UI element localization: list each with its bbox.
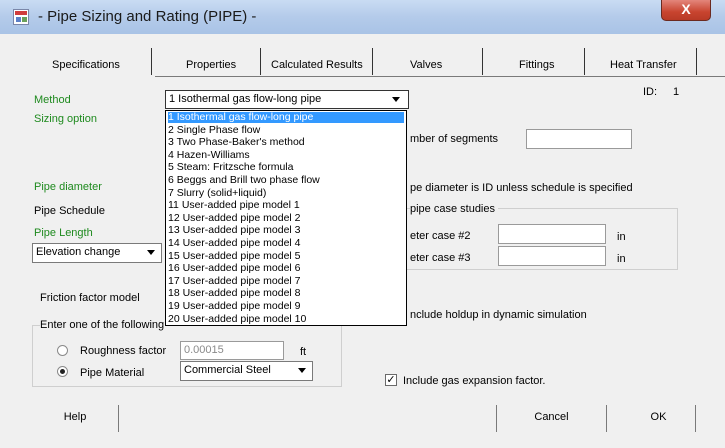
method-option[interactable]: 1 Isothermal gas flow-long pipe	[168, 112, 404, 123]
chevron-down-icon	[392, 97, 400, 102]
id-value: 1	[673, 86, 680, 98]
case2-unit: in	[617, 231, 626, 243]
case2-input[interactable]	[498, 224, 606, 244]
method-option[interactable]: 17 User-added pipe model 7	[168, 275, 404, 287]
tab-divider	[696, 48, 697, 75]
method-select[interactable]: 1 Isothermal gas flow-long pipe	[165, 90, 409, 109]
method-option[interactable]: 11 User-added pipe model 1	[168, 200, 404, 211]
method-label: Method	[34, 94, 71, 106]
tab-divider	[372, 48, 373, 75]
number-of-segments-input[interactable]	[526, 129, 632, 149]
tab-divider	[260, 48, 261, 75]
roughness-factor-value: 0.00015	[184, 344, 224, 356]
diameter-note: pe diameter is ID unless schedule is spe…	[410, 182, 633, 194]
gas-expansion-checkbox[interactable]: ✓	[385, 374, 397, 386]
case3-label: eter case #3	[410, 252, 471, 264]
method-option[interactable]: 7 Slurry (solid+liquid)	[168, 187, 404, 199]
method-option[interactable]: 4 Hazen-Williams	[168, 149, 404, 161]
pipe-length-label: Pipe Length	[34, 227, 93, 239]
roughness-factor-input[interactable]: 0.00015	[180, 341, 284, 360]
pipe-material-select[interactable]: Commercial Steel	[180, 361, 313, 381]
tab-divider	[482, 48, 483, 75]
tab-underline	[155, 76, 725, 77]
method-value: 1 Isothermal gas flow-long pipe	[169, 93, 322, 105]
window-title: - Pipe Sizing and Rating (PIPE) -	[38, 8, 257, 25]
pipe-diameter-label: Pipe diameter	[34, 181, 102, 193]
tab-heat-transfer[interactable]: Heat Transfer	[586, 46, 696, 76]
pipe-material-label: Pipe Material	[80, 367, 145, 379]
tab-properties[interactable]: Properties	[156, 46, 256, 76]
method-option[interactable]: 13 User-added pipe model 3	[168, 225, 404, 236]
roughness-factor-radio[interactable]	[57, 345, 68, 356]
tab-calculated-results[interactable]: Calculated Results	[262, 46, 372, 76]
sizing-option-label: Sizing option	[34, 113, 97, 125]
method-option[interactable]: 16 User-added pipe model 6	[168, 263, 404, 274]
chevron-down-icon	[298, 368, 306, 373]
method-option[interactable]: 20 User-added pipe model 10	[168, 313, 404, 325]
holdup-label: nclude holdup in dynamic simulation	[410, 309, 587, 321]
chevron-down-icon	[147, 250, 155, 255]
dialog-window: - Pipe Sizing and Rating (PIPE) - X Spec…	[0, 0, 725, 448]
roughness-group-label: Enter one of the following	[40, 319, 167, 331]
method-option[interactable]: 18 User-added pipe model 8	[168, 288, 404, 299]
tab-fittings[interactable]: Fittings	[484, 46, 584, 76]
case3-input[interactable]	[498, 246, 606, 266]
case3-unit: in	[617, 253, 626, 265]
id-label: ID:	[643, 86, 658, 98]
case2-label: eter case #2	[410, 230, 471, 242]
case-studies-label: pipe case studies	[410, 203, 498, 215]
tab-divider	[151, 48, 152, 75]
method-option[interactable]: 19 User-added pipe model 9	[168, 301, 404, 312]
help-button[interactable]: Help	[32, 405, 119, 432]
ok-button[interactable]: OK	[622, 405, 696, 432]
check-icon: ✓	[386, 374, 396, 386]
pipe-material-radio[interactable]	[57, 366, 68, 377]
method-option[interactable]: 2 Single Phase flow	[168, 124, 404, 136]
method-dropdown-list[interactable]: 1 Isothermal gas flow-long pipe 2 Single …	[165, 110, 407, 326]
method-option[interactable]: 6 Beggs and Brill two phase flow	[168, 175, 404, 186]
method-option[interactable]: 5 Steam: Fritzsche formula	[168, 162, 404, 173]
pipe-material-value: Commercial Steel	[184, 364, 271, 376]
gas-expansion-label: Include gas expansion factor.	[403, 375, 546, 387]
method-option[interactable]: 3 Two Phase-Baker's method	[168, 137, 404, 148]
roughness-factor-label: Roughness factor	[80, 345, 167, 357]
method-option[interactable]: 14 User-added pipe model 4	[168, 238, 404, 249]
app-icon	[13, 9, 29, 25]
title-bar[interactable]: - Pipe Sizing and Rating (PIPE) - X	[0, 0, 725, 34]
cancel-button[interactable]: Cancel	[496, 405, 607, 432]
roughness-unit: ft	[300, 346, 307, 358]
tab-specifications[interactable]: Specifications	[32, 46, 147, 76]
close-button[interactable]: X	[661, 0, 711, 21]
friction-factor-model-label: Friction factor model	[40, 292, 140, 304]
tab-valves[interactable]: Valves	[374, 46, 482, 76]
tab-divider	[584, 48, 585, 75]
number-of-segments-label: mber of segments	[410, 133, 499, 145]
method-option[interactable]: 15 User-added pipe model 5	[168, 250, 404, 262]
elevation-change-value: Elevation change	[36, 246, 121, 258]
elevation-change-select[interactable]: Elevation change	[32, 243, 162, 263]
pipe-schedule-label: Pipe Schedule	[34, 205, 105, 217]
method-option[interactable]: 12 User-added pipe model 2	[168, 212, 404, 224]
